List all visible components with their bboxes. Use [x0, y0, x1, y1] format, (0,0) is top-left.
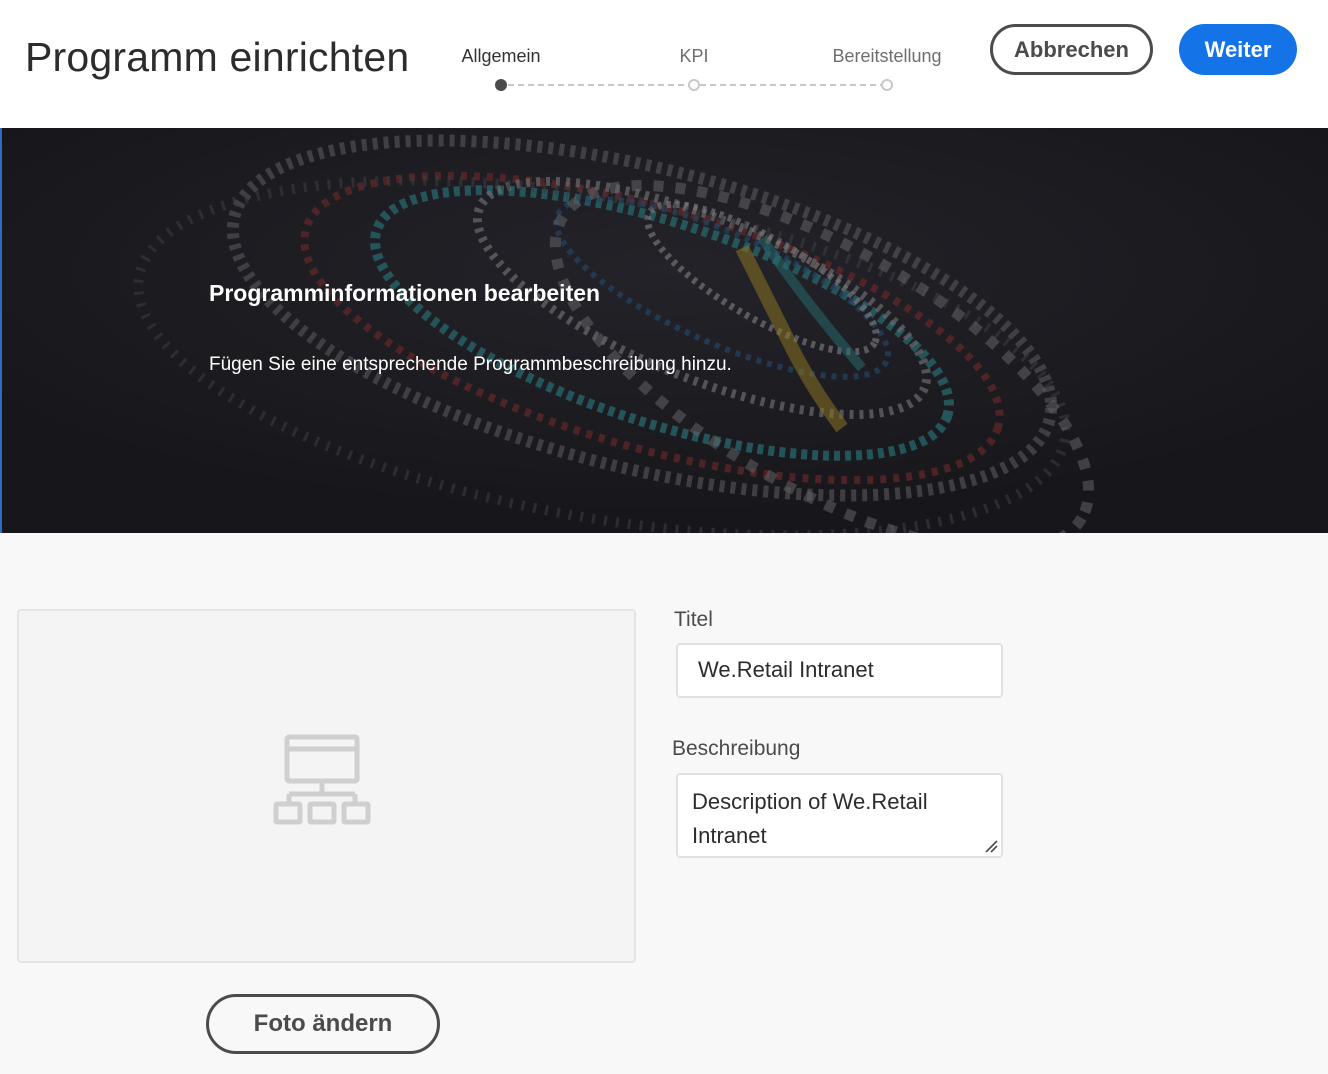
change-photo-button[interactable]: Foto ändern [206, 994, 440, 1054]
next-button[interactable]: Weiter [1179, 24, 1297, 75]
step-label-kpi[interactable]: KPI [679, 46, 708, 67]
step-label-bereitstellung[interactable]: Bereitstellung [832, 46, 941, 67]
site-structure-icon [273, 734, 371, 825]
step-dot-bereitstellung[interactable] [881, 79, 893, 91]
description-label: Beschreibung [672, 737, 801, 760]
hero-banner: Programminformationen bearbeiten Fügen S… [0, 128, 1328, 533]
header-bar: Programm einrichten Allgemein KPI Bereit… [0, 0, 1328, 128]
title-input[interactable]: We.Retail Intranet [676, 643, 1003, 698]
step-connector [508, 84, 694, 86]
step-dot-allgemein[interactable] [495, 79, 507, 91]
cancel-button[interactable]: Abbrechen [990, 24, 1153, 75]
page-title: Programm einrichten [25, 34, 410, 80]
hero-title: Programminformationen bearbeiten [209, 280, 601, 306]
title-label: Titel [674, 608, 713, 631]
step-dot-kpi[interactable] [688, 79, 700, 91]
hero-description: Fügen Sie eine entsprechende Programmbes… [209, 354, 732, 375]
step-connector [700, 84, 886, 86]
description-text: Description of We.Retail Intranet [692, 789, 928, 848]
wizard-stepper: Allgemein KPI Bereitstellung [440, 42, 960, 102]
step-label-allgemein[interactable]: Allgemein [461, 46, 540, 67]
resize-handle-icon[interactable] [984, 839, 998, 853]
description-textarea[interactable]: Description of We.Retail Intranet [676, 773, 1003, 858]
hero-background-image [2, 128, 1328, 533]
